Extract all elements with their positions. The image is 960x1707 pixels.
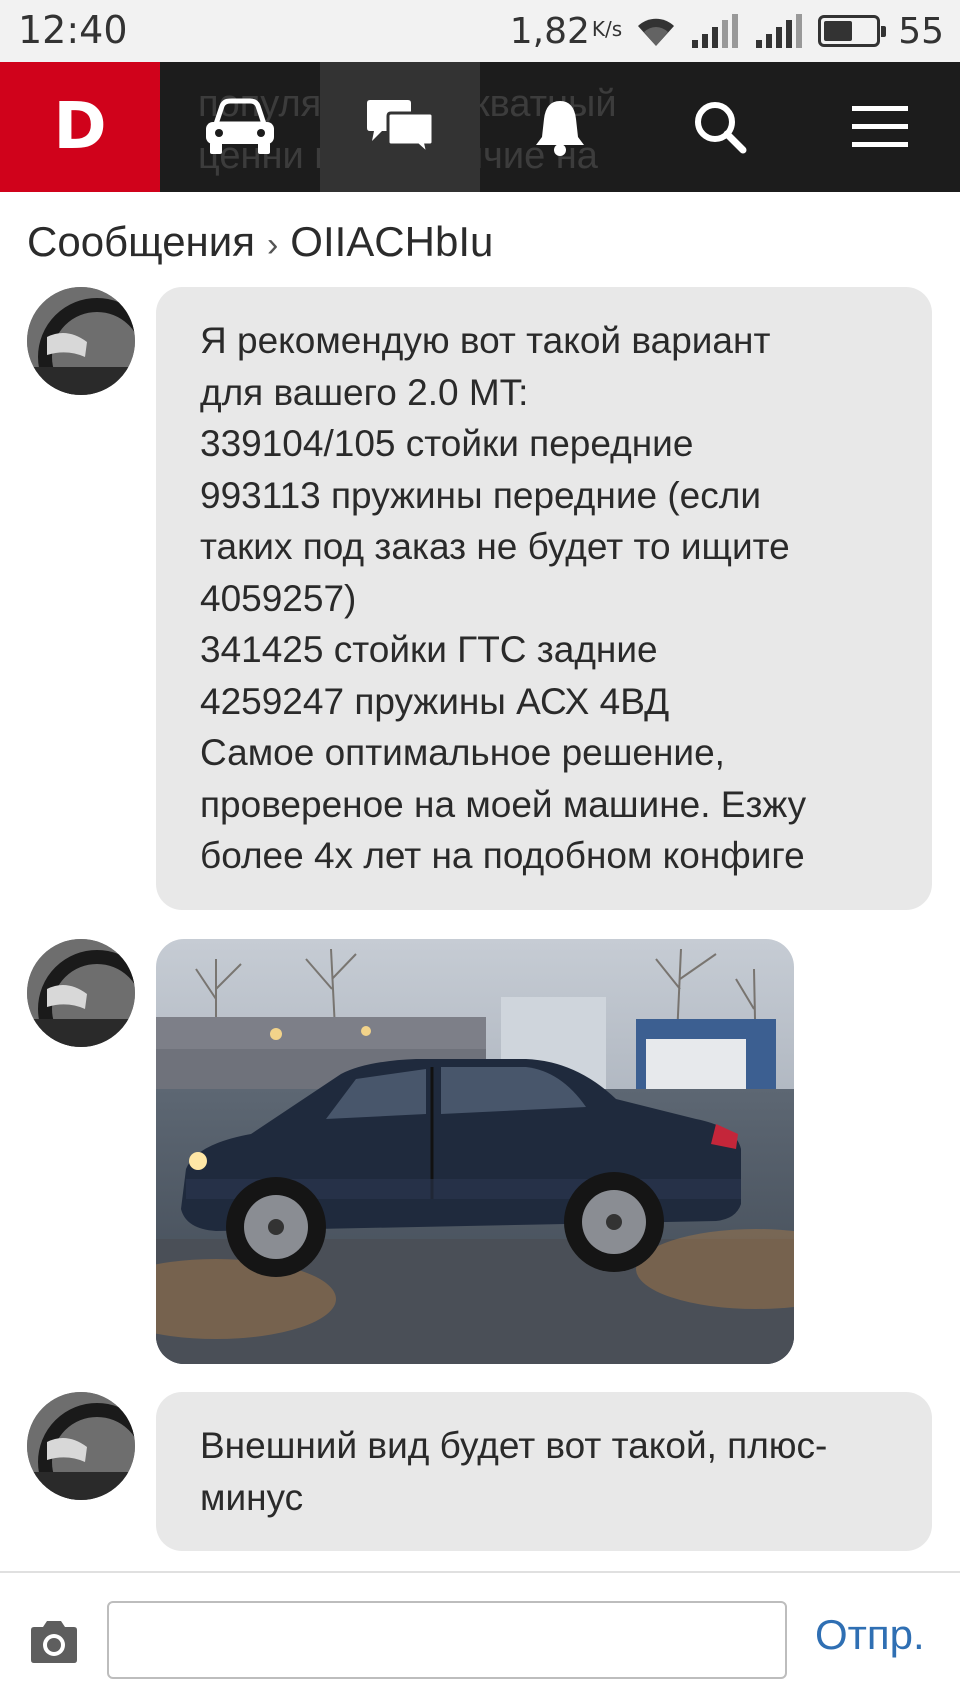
avatar-image: [27, 939, 135, 1047]
signal-icon-2: [756, 14, 803, 48]
bell-icon: [536, 101, 584, 156]
message-photo[interactable]: [156, 939, 794, 1364]
avatar[interactable]: [27, 287, 135, 395]
camera-icon: [31, 1621, 77, 1663]
nav-cars-button[interactable]: [160, 62, 320, 192]
battery-percent: 55: [898, 10, 944, 52]
search-icon: [695, 102, 747, 154]
nav-messages-button[interactable]: [320, 62, 480, 192]
status-right: 1,82 K/s 55: [510, 8, 944, 54]
breadcrumb-separator: ›: [266, 226, 279, 264]
messages-icon: [367, 100, 435, 156]
breadcrumb: Сообщения › OIIACHbIu: [27, 218, 493, 266]
nav-menu-button[interactable]: [800, 62, 960, 192]
logo-button[interactable]: D: [0, 62, 160, 192]
car-photo: [156, 939, 794, 1364]
avatar-image: [27, 287, 135, 395]
status-time: 12:40: [18, 8, 128, 52]
composer-divider: [0, 1571, 960, 1573]
battery-level: [824, 21, 852, 41]
avatar-image: [27, 1392, 135, 1500]
breadcrumb-messages-link[interactable]: Сообщения: [27, 218, 255, 266]
menu-icon: [852, 106, 908, 147]
message-bubble: Внешний вид будет вот такой, плюс- минус: [156, 1392, 932, 1551]
signal-icon-1: [692, 14, 739, 48]
message-input[interactable]: [107, 1601, 787, 1679]
status-bar: 12:40 1,82 K/s 55: [0, 0, 960, 62]
avatar[interactable]: [27, 939, 135, 1047]
send-button[interactable]: Отпр.: [815, 1611, 925, 1659]
network-speed-unit: K/s: [591, 16, 623, 41]
wifi-icon: [638, 18, 675, 46]
nav-search-button[interactable]: [640, 62, 800, 192]
avatar[interactable]: [27, 1392, 135, 1500]
camera-button[interactable]: [22, 1610, 86, 1674]
network-speed-value: 1,82: [509, 10, 590, 52]
top-navigation: популя еют адекватный ценни шое наличие …: [0, 62, 960, 192]
nav-notifications-button[interactable]: [480, 62, 640, 192]
message-bubble: Я рекомендую вот такой вариант для вашег…: [156, 287, 932, 910]
battery-icon: [818, 15, 887, 47]
network-speed: 1,82 K/s: [510, 11, 622, 52]
breadcrumb-current: OIIACHbIu: [290, 218, 494, 265]
car-icon: [206, 98, 274, 154]
